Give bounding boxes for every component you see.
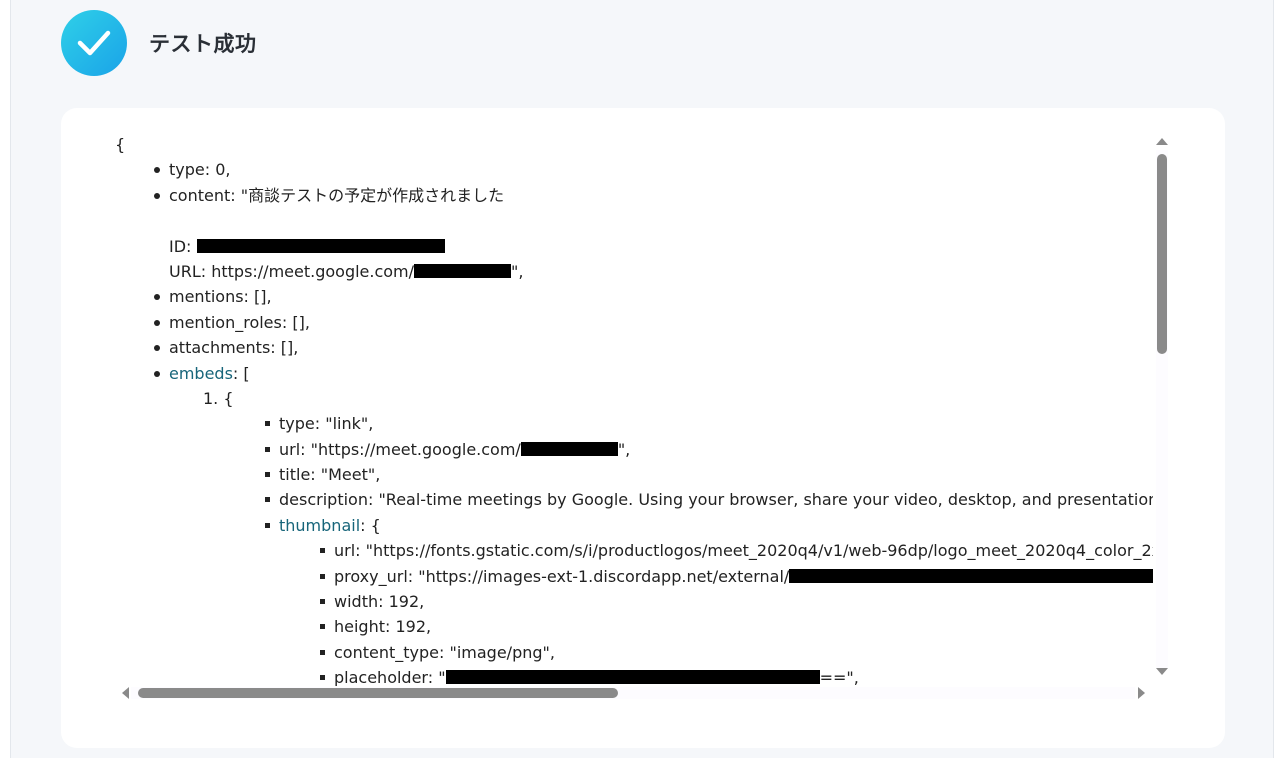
- scroll-up-arrow-icon[interactable]: [1156, 138, 1168, 145]
- scroll-down-arrow-icon[interactable]: [1156, 668, 1168, 675]
- vertical-scroll-thumb[interactable]: [1157, 154, 1167, 354]
- redacted-block: [445, 670, 820, 685]
- thumbnail-key-link[interactable]: thumbnail: [279, 516, 360, 535]
- check-icon: [77, 30, 111, 56]
- embeds-key-link[interactable]: embeds: [169, 364, 233, 383]
- json-line: title: "Meet",: [115, 462, 1153, 487]
- vertical-scrollbar[interactable]: [1153, 136, 1171, 682]
- success-title: テスト成功: [149, 32, 257, 56]
- json-line: attachments: [],: [115, 335, 1153, 360]
- redacted-block: [520, 441, 618, 456]
- json-line: thumbnail: {: [115, 513, 1153, 538]
- json-line: content: "商談テストの予定が作成されました: [115, 183, 1153, 208]
- json-line: description: "Real-time meetings by Goog…: [115, 487, 1153, 512]
- json-line: placeholder: " ==",: [115, 665, 1153, 686]
- output-card: { type: 0, content: "商談テストの予定が作成されました ID…: [61, 108, 1225, 748]
- redacted-block: [789, 568, 1153, 583]
- json-line: ID:: [115, 234, 1153, 259]
- redacted-block: [196, 238, 445, 253]
- json-line: url: "https://fonts.gstatic.com/s/i/prod…: [115, 538, 1153, 563]
- json-line: URL: https://meet.google.com/",: [169, 261, 524, 281]
- json-line: type: "link",: [115, 411, 1153, 436]
- horizontal-scrollbar[interactable]: [117, 684, 1149, 702]
- redacted-block: [414, 263, 512, 278]
- json-line: mentions: [],: [115, 284, 1153, 309]
- json-line: [115, 208, 1153, 233]
- json-line: type: 0,: [115, 157, 1153, 182]
- json-line: embeds: [: [115, 361, 1153, 386]
- json-line: proxy_url: "https://images-ext-1.discord…: [115, 564, 1153, 589]
- json-output: { type: 0, content: "商談テストの予定が作成されました ID…: [115, 132, 1153, 686]
- json-line: width: 192,: [115, 589, 1153, 614]
- json-line: content_type: "image/png",: [115, 640, 1153, 665]
- scroll-right-arrow-icon[interactable]: [1138, 687, 1145, 699]
- scroll-left-arrow-icon[interactable]: [122, 687, 129, 699]
- json-line: height: 192,: [115, 614, 1153, 639]
- json-line: 1. {: [203, 388, 234, 408]
- json-line: url: "https://meet.google.com/",: [115, 437, 1153, 462]
- json-line: mention_roles: [],: [115, 310, 1153, 335]
- json-line: {: [115, 135, 126, 154]
- json-output-viewport[interactable]: { type: 0, content: "商談テストの予定が作成されました ID…: [61, 108, 1153, 686]
- horizontal-scroll-thumb[interactable]: [138, 688, 618, 698]
- success-check-icon: [61, 10, 127, 76]
